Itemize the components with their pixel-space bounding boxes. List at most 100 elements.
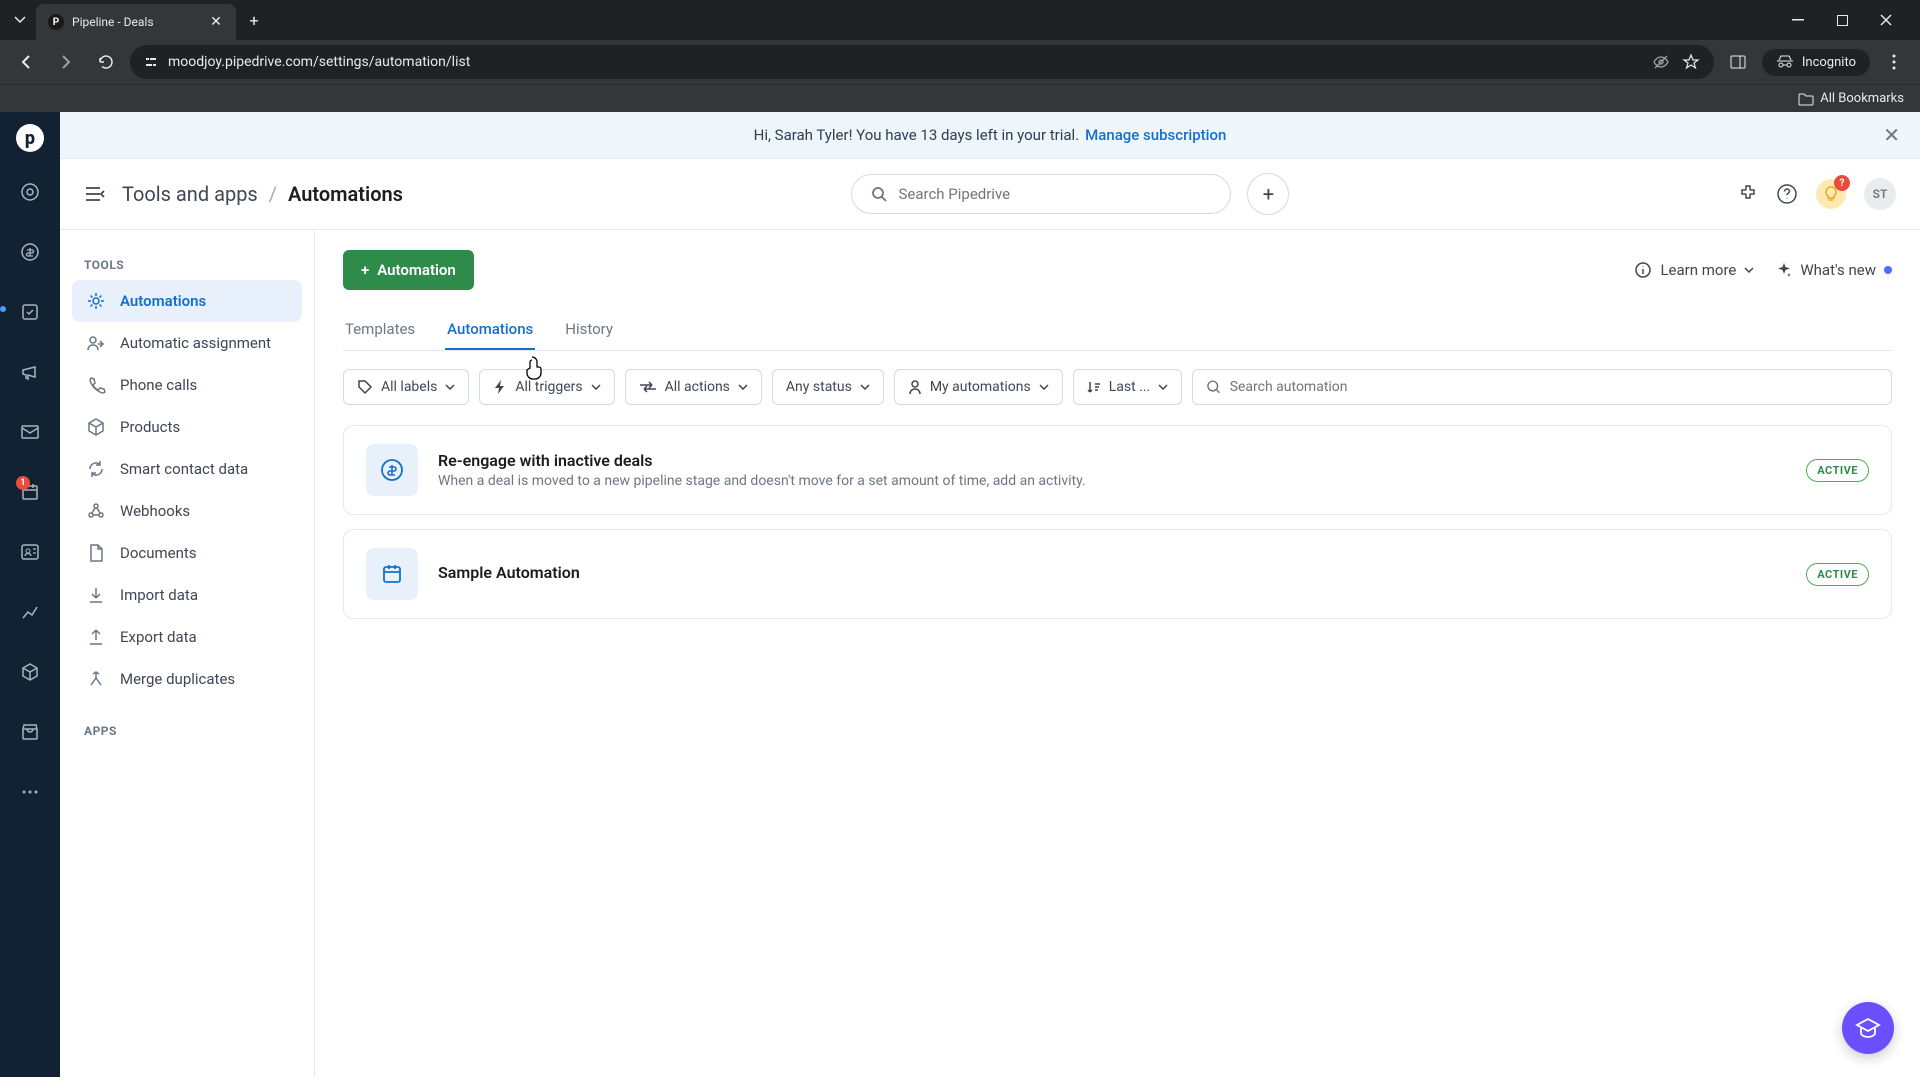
tab-templates[interactable]: Templates [343, 310, 417, 350]
learn-more-button[interactable]: Learn more [1634, 261, 1754, 279]
quick-add-button[interactable]: + [1247, 173, 1289, 215]
rail-projects-icon[interactable] [10, 292, 50, 332]
rail-contacts-icon[interactable] [10, 532, 50, 572]
calendar-icon [366, 548, 418, 600]
rail-activities-icon[interactable]: 1 [10, 472, 50, 512]
automation-description: When a deal is moved to a new pipeline s… [438, 473, 1786, 489]
tab-title: Pipeline - Deals [72, 15, 200, 29]
url-input[interactable]: moodjoy.pipedrive.com/settings/automatio… [130, 45, 1714, 79]
sidebar-item-documents[interactable]: Documents [72, 532, 302, 574]
filter-labels[interactable]: All labels [343, 369, 469, 405]
content-tabs: Templates Automations History [343, 310, 1892, 351]
sparkle-icon [1776, 262, 1792, 278]
app-logo[interactable]: p [16, 124, 44, 152]
topbar: Tools and apps / Automations + ? ST [60, 159, 1920, 230]
filter-actions[interactable]: All actions [625, 369, 762, 405]
browser-menu-button[interactable] [1878, 46, 1910, 78]
main-content: + Automation Learn more What's new [315, 230, 1920, 1077]
back-button[interactable] [10, 46, 42, 78]
all-bookmarks-button[interactable]: All Bookmarks [1798, 91, 1904, 106]
nav-rail: p 1 [0, 112, 60, 1077]
rail-deals-icon[interactable] [10, 232, 50, 272]
new-automation-button[interactable]: + Automation [343, 250, 474, 290]
search-input[interactable] [898, 185, 1212, 203]
search-icon [1206, 379, 1221, 395]
manage-subscription-link[interactable]: Manage subscription [1085, 126, 1226, 144]
filter-sort[interactable]: Last ... [1073, 369, 1183, 405]
automation-search-input[interactable] [1230, 379, 1878, 395]
bookmark-star-icon[interactable] [1682, 53, 1700, 71]
maximize-window-button[interactable] [1828, 6, 1856, 34]
rail-products-icon[interactable] [10, 652, 50, 692]
extensions-icon[interactable] [1738, 184, 1758, 204]
upload-icon [86, 627, 106, 647]
folder-icon [1798, 92, 1814, 106]
rail-more-icon[interactable] [10, 772, 50, 812]
filter-search[interactable] [1192, 369, 1892, 405]
graduation-cap-icon [1855, 1017, 1881, 1039]
content-area: Hi, Sarah Tyler! You have 13 days left i… [60, 112, 1920, 1077]
browser-chrome: P Pipeline - Deals ✕ + moodjoy.pipedrive… [0, 0, 1920, 112]
rail-campaigns-icon[interactable] [10, 352, 50, 392]
breadcrumb-current: Automations [288, 182, 403, 206]
chevron-down-icon [860, 384, 870, 390]
sidebar-item-products[interactable]: Products [72, 406, 302, 448]
chevron-down-icon [1744, 267, 1754, 273]
close-window-button[interactable] [1872, 6, 1900, 34]
tab-search-dropdown[interactable] [8, 8, 32, 32]
automation-card[interactable]: Sample Automation ACTIVE [343, 529, 1892, 619]
rail-insights-icon[interactable] [10, 592, 50, 632]
automation-card[interactable]: Re-engage with inactive deals When a dea… [343, 425, 1892, 515]
rail-mail-icon[interactable] [10, 412, 50, 452]
automation-title: Sample Automation [438, 563, 1786, 582]
breadcrumb-parent[interactable]: Tools and apps [122, 182, 258, 206]
app-root: p 1 Hi, Sarah Tyler! You have 13 days le… [0, 112, 1920, 1077]
eye-off-icon[interactable] [1652, 53, 1670, 71]
filter-bar: All labels All triggers All actions [343, 369, 1892, 405]
sidebar-item-import[interactable]: Import data [72, 574, 302, 616]
filter-owner[interactable]: My automations [894, 369, 1063, 405]
sidebar-label: Export data [120, 628, 197, 646]
sidebar-item-export[interactable]: Export data [72, 616, 302, 658]
close-tab-button[interactable]: ✕ [208, 14, 224, 30]
sidebar-item-merge[interactable]: Merge duplicates [72, 658, 302, 700]
sidebar-item-smart-contact[interactable]: Smart contact data [72, 448, 302, 490]
new-tab-button[interactable]: + [240, 6, 268, 34]
filter-triggers[interactable]: All triggers [479, 369, 614, 405]
bookmarks-label: All Bookmarks [1820, 91, 1904, 106]
academy-fab[interactable] [1842, 1002, 1894, 1054]
sidebar-collapse-button[interactable] [84, 185, 106, 203]
sidebar-label: Smart contact data [120, 460, 248, 478]
global-search[interactable] [851, 174, 1231, 214]
user-avatar[interactable]: ST [1864, 178, 1896, 210]
rail-marketplace-icon[interactable] [10, 712, 50, 752]
tab-history[interactable]: History [563, 310, 615, 350]
workspace: TOOLS Automations Automatic assignment P… [60, 230, 1920, 1077]
rail-leads-icon[interactable] [10, 172, 50, 212]
automation-title: Re-engage with inactive deals [438, 451, 1786, 470]
main-header: + Automation Learn more What's new [343, 250, 1892, 290]
sidebar-section-apps: APPS [72, 716, 302, 746]
merge-icon [86, 669, 106, 689]
chevron-down-icon [445, 384, 455, 390]
box-icon [86, 417, 106, 437]
banner-close-button[interactable]: ✕ [1883, 123, 1900, 147]
help-icon[interactable] [1776, 183, 1798, 205]
rail-badge: 1 [16, 476, 30, 490]
browser-tab[interactable]: P Pipeline - Deals ✕ [36, 4, 236, 40]
tips-icon[interactable]: ? [1816, 179, 1846, 209]
sidebar-item-automatic-assignment[interactable]: Automatic assignment [72, 322, 302, 364]
tab-automations[interactable]: Automations [445, 310, 535, 350]
filter-status[interactable]: Any status [772, 369, 884, 405]
breadcrumb-separator: / [269, 182, 277, 206]
sidebar-item-automations[interactable]: Automations [72, 280, 302, 322]
incognito-label: Incognito [1802, 55, 1856, 70]
reload-button[interactable] [90, 46, 122, 78]
forward-button[interactable] [50, 46, 82, 78]
whats-new-button[interactable]: What's new [1776, 261, 1892, 279]
incognito-chip[interactable]: Incognito [1762, 49, 1870, 76]
side-panel-button[interactable] [1722, 46, 1754, 78]
sidebar-item-webhooks[interactable]: Webhooks [72, 490, 302, 532]
sidebar-item-phone-calls[interactable]: Phone calls [72, 364, 302, 406]
minimize-window-button[interactable] [1784, 6, 1812, 34]
